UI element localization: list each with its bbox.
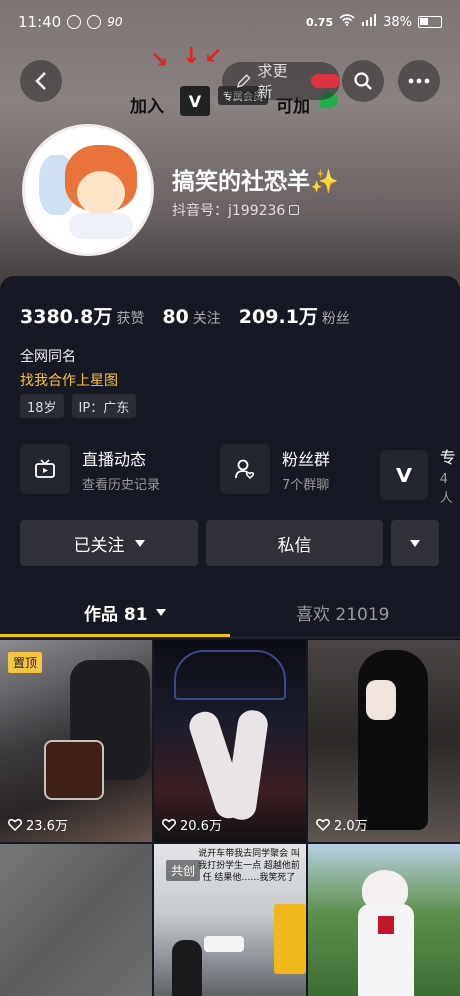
feature-exclusive[interactable]: 专 4人 xyxy=(380,444,460,506)
profile-name: 搞笑的社恐羊✨ xyxy=(172,169,339,195)
thumbnail-figure xyxy=(358,650,428,830)
video-thumbnail[interactable] xyxy=(308,844,460,996)
chevron-left-icon xyxy=(35,72,46,90)
back-button[interactable] xyxy=(20,60,62,102)
status-time: 11:40 xyxy=(18,13,62,31)
thumbnail-cup xyxy=(44,740,104,800)
feature-subtitle: 4人 xyxy=(439,472,453,506)
thumbnail-car xyxy=(204,936,244,952)
message-label: 私信 xyxy=(277,535,312,556)
profile-id-row[interactable]: 抖音号：j199236 xyxy=(172,200,300,220)
video-thumbnail[interactable]: 20.6万 xyxy=(154,640,306,842)
network-speed: 0.75 xyxy=(305,15,334,29)
feature-title: 粉丝群 xyxy=(282,449,331,469)
tab-works[interactable]: 作品 81 xyxy=(84,600,166,625)
stat-following[interactable]: 80 关注 xyxy=(162,306,220,328)
thumbnail-ribbon xyxy=(378,916,394,934)
feature-title: 专 xyxy=(439,448,456,467)
heart-icon xyxy=(316,818,330,831)
pinned-badge: 置顶 xyxy=(8,652,43,673)
thumbnail-caption: 说开车带我去同学聚会 叫我打扮学生一点 超越他前任 结果他……我笑死了 xyxy=(198,849,300,883)
bio-text: 全网同名 xyxy=(20,349,76,365)
edit-icon xyxy=(236,74,251,88)
tv-icon xyxy=(20,444,70,494)
battery-icon xyxy=(418,16,442,28)
tab-liked[interactable]: 喜欢 21019 xyxy=(296,600,389,625)
copy-icon[interactable] xyxy=(289,205,300,215)
video-thumbnail[interactable] xyxy=(0,844,152,996)
stats-row: 3380.8万 获赞 80 关注 209.1万 粉丝 xyxy=(20,302,350,329)
video-likes-count: 2.0万 xyxy=(334,819,368,834)
video-likes: 23.6万 xyxy=(8,815,68,834)
feature-live-history[interactable]: 直播动态 查看历史记录 xyxy=(20,444,160,494)
tab-active-indicator xyxy=(0,634,230,637)
v-badge-icon xyxy=(380,450,428,500)
video-thumbnail[interactable]: 置顶 23.6万 xyxy=(0,640,152,842)
avatar-body xyxy=(69,213,133,239)
alarm-icon xyxy=(67,15,82,29)
feature-fan-group[interactable]: 粉丝群 7个群聊 xyxy=(220,444,330,494)
dnd-icon xyxy=(87,15,102,29)
thumbnail-skin xyxy=(366,680,396,720)
following-button[interactable]: 已关注 xyxy=(20,520,198,566)
video-likes: 2.0万 xyxy=(316,815,368,834)
caret-down-icon xyxy=(155,609,166,616)
fan-group-icon xyxy=(220,444,270,494)
thumbnail-leg xyxy=(224,708,270,822)
notification-dot xyxy=(311,74,340,88)
ip-location-tag: IP：广东 xyxy=(71,394,137,418)
heart-icon xyxy=(8,818,22,831)
bio-collab-link[interactable]: 找我合作上星图 xyxy=(20,370,118,390)
caret-down-icon xyxy=(134,539,145,547)
video-thumbnail[interactable]: 2.0万 xyxy=(308,640,460,842)
co-creation-badge: 共创 xyxy=(166,860,201,881)
video-likes-count: 23.6万 xyxy=(26,819,68,834)
more-actions-button[interactable] xyxy=(391,520,439,566)
tab-works-label: 作品 81 xyxy=(84,605,148,625)
more-options-button[interactable] xyxy=(398,60,440,102)
wifi-icon xyxy=(339,14,355,30)
signal-icon xyxy=(361,14,377,30)
avatar-face xyxy=(77,171,125,215)
following-label: 已关注 xyxy=(73,535,125,556)
battery-percent: 38% xyxy=(383,14,412,30)
more-dots-icon xyxy=(408,78,430,84)
age-tag: 18岁 xyxy=(20,394,64,418)
avatar[interactable] xyxy=(22,124,154,256)
feature-subtitle: 查看历史记录 xyxy=(82,477,161,493)
status-bar: 11:40 90 0.75 38% xyxy=(0,0,460,44)
video-thumbnail[interactable]: 说开车带我去同学聚会 叫我打扮学生一点 超越他前任 结果他……我笑死了 共创 xyxy=(154,844,306,996)
stat-likes[interactable]: 3380.8万 获赞 xyxy=(20,302,144,329)
status-volume: 90 xyxy=(107,15,123,29)
video-likes: 20.6万 xyxy=(162,815,222,834)
caret-down-icon xyxy=(410,539,420,547)
request-update-button[interactable]: 求更新 xyxy=(222,62,340,101)
profile-tags: 18岁 IP：广东 xyxy=(20,394,137,418)
profile-panel: 3380.8万 获赞 80 关注 209.1万 粉丝 全网同名 找我合作上星图 18岁… xyxy=(0,276,460,996)
search-icon xyxy=(354,72,372,90)
feature-title: 直播动态 xyxy=(82,449,147,469)
video-likes-count: 20.6万 xyxy=(180,819,222,834)
feature-subtitle: 7个群聊 xyxy=(282,477,330,493)
request-update-label: 求更新 xyxy=(257,62,288,101)
thumbnail-bus xyxy=(274,904,306,974)
content-tabs: 作品 81 喜欢 21019 xyxy=(0,588,460,638)
profile-id: 抖音号：j199236 xyxy=(172,203,286,219)
thumbnail-car-light xyxy=(174,650,286,700)
thumbnail-figure xyxy=(172,940,202,996)
search-button[interactable] xyxy=(342,60,384,102)
message-button[interactable]: 私信 xyxy=(206,520,383,566)
heart-icon xyxy=(162,818,176,831)
stat-followers[interactable]: 209.1万 粉丝 xyxy=(239,302,350,329)
